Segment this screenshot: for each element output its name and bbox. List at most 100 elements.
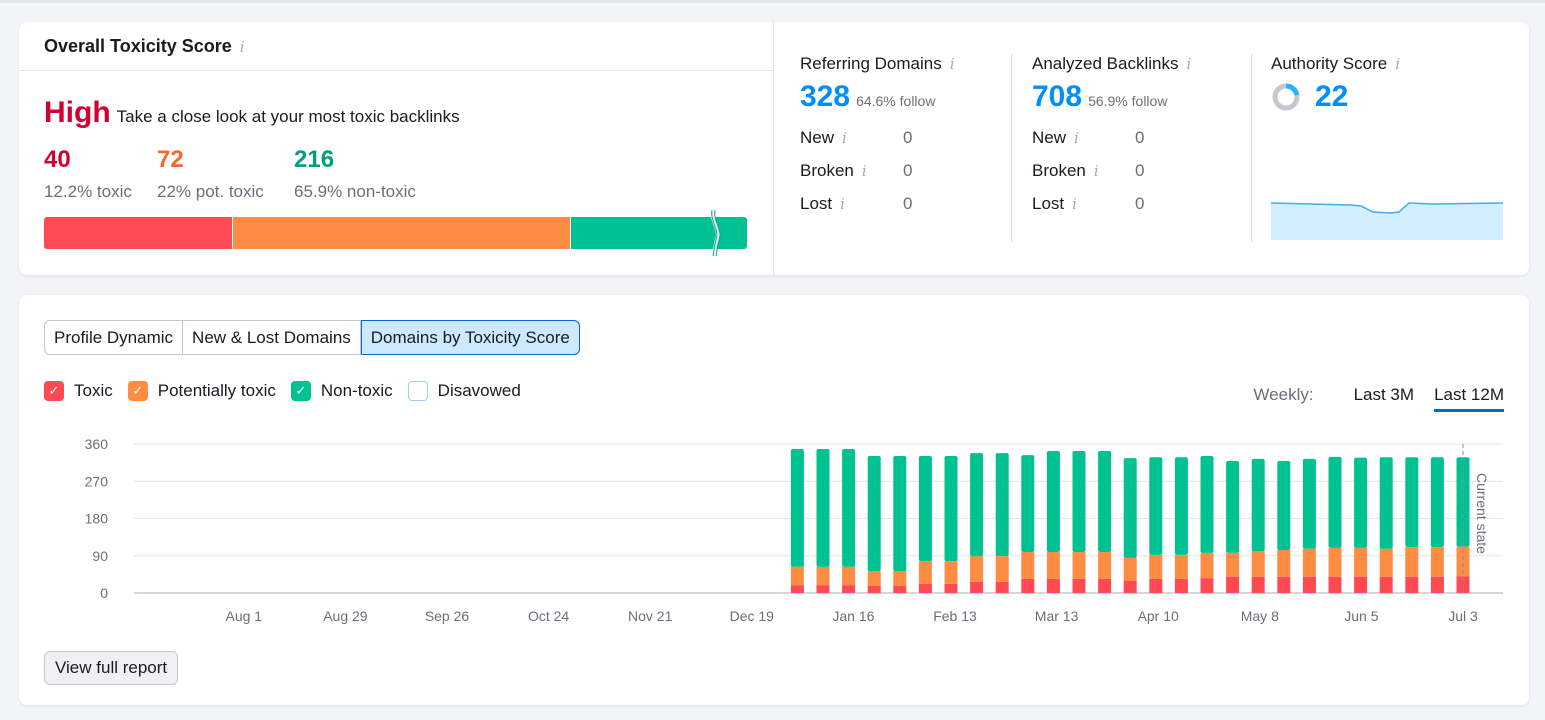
bar-toxic bbox=[1302, 576, 1316, 593]
info-icon[interactable]: i bbox=[1186, 55, 1191, 73]
potentially-toxic-count-value: 72 bbox=[157, 146, 184, 173]
legend-potentially-toxic[interactable]: ✓ Potentially toxic bbox=[127, 381, 276, 401]
non-toxic-count-value: 216 bbox=[294, 146, 335, 173]
info-icon[interactable]: i bbox=[240, 38, 245, 56]
bar-toxic bbox=[1072, 578, 1086, 593]
bar-non-toxic bbox=[867, 456, 881, 572]
analyzed-backlinks-lost: Lost i 0 bbox=[1032, 194, 1191, 214]
x-tick-label: Jul 3 bbox=[1448, 608, 1478, 624]
referring-domains-value[interactable]: 328 bbox=[800, 80, 850, 114]
tab-domains-by-toxicity[interactable]: Domains by Toxicity Score bbox=[360, 320, 580, 355]
bar-non-toxic bbox=[1098, 451, 1112, 553]
bar-potentially-toxic bbox=[1328, 547, 1342, 577]
bar-toxic bbox=[1046, 578, 1060, 593]
bar-non-toxic bbox=[816, 448, 830, 567]
bar-toxic bbox=[893, 585, 907, 593]
row-label: Broken bbox=[800, 161, 854, 180]
bar-non-toxic bbox=[1072, 451, 1086, 553]
bar-non-toxic bbox=[1174, 457, 1188, 555]
bar-potentially-toxic bbox=[944, 561, 958, 584]
referring-domains-broken: Broken i 0 bbox=[800, 161, 955, 181]
authority-score-value: 22 bbox=[1315, 80, 1349, 113]
period-last-12m[interactable]: Last 12M bbox=[1434, 385, 1504, 412]
toxicity-panel: Overall Toxicity Score i High Take a clos… bbox=[19, 22, 774, 275]
y-tick-label: 270 bbox=[85, 473, 109, 489]
row-value: 0 bbox=[1135, 194, 1145, 213]
bar-potentially-toxic bbox=[1174, 554, 1188, 579]
bar-toxic bbox=[1123, 580, 1137, 593]
authority-donut-icon bbox=[1272, 83, 1300, 111]
info-icon[interactable]: i bbox=[840, 195, 845, 213]
toxicity-title: Overall Toxicity Score bbox=[44, 36, 232, 56]
chart-tabs: Profile Dynamic New & Lost Domains Domai… bbox=[44, 320, 580, 355]
bar-potentially-toxic bbox=[1277, 549, 1291, 577]
potentially-toxic-count-label: 22% pot. toxic bbox=[157, 182, 264, 201]
y-tick-label: 180 bbox=[85, 511, 109, 527]
bar-potentially-toxic bbox=[1098, 552, 1112, 579]
legend-label: Non-toxic bbox=[320, 381, 393, 400]
x-tick-label: Aug 29 bbox=[323, 608, 368, 624]
info-icon[interactable]: i bbox=[950, 55, 955, 73]
bar-toxic bbox=[1098, 578, 1112, 593]
tab-profile-dynamic[interactable]: Profile Dynamic bbox=[45, 321, 184, 354]
info-icon[interactable]: i bbox=[1395, 55, 1400, 73]
y-tick-label: 90 bbox=[92, 548, 108, 564]
toxicity-bar-chart: 0 90 180 270 360 Aug 1 Aug 29 Sep 26 Oct 24 Nov 2… bbox=[85, 436, 1503, 624]
checkbox-checked-icon[interactable]: ✓ bbox=[290, 381, 311, 401]
analyzed-backlinks-value[interactable]: 708 bbox=[1032, 80, 1082, 114]
x-tick-label: Dec 19 bbox=[730, 608, 775, 624]
checkbox-checked-icon[interactable]: ✓ bbox=[44, 381, 64, 401]
bar-toxic bbox=[1379, 576, 1393, 593]
x-tick-label: Aug 1 bbox=[226, 608, 263, 624]
bar-non-toxic bbox=[842, 448, 856, 567]
info-icon[interactable]: i bbox=[1094, 162, 1099, 180]
referring-domains-follow: 64.6% follow bbox=[856, 93, 936, 109]
analyzed-backlinks-follow: 56.9% follow bbox=[1088, 93, 1168, 109]
toxic-segment bbox=[44, 217, 233, 249]
checkbox-unchecked-icon[interactable] bbox=[407, 381, 428, 401]
bar-potentially-toxic bbox=[1200, 552, 1214, 579]
non-toxic-count: 216 65.9% non-toxic bbox=[294, 146, 416, 202]
legend-label: Disavowed bbox=[437, 381, 521, 400]
checkbox-checked-icon[interactable]: ✓ bbox=[127, 381, 148, 401]
bar-toxic bbox=[918, 583, 932, 593]
referring-domains-lost: Lost i 0 bbox=[800, 194, 955, 214]
bar-potentially-toxic bbox=[867, 571, 881, 586]
current-state-label: Current state bbox=[1474, 473, 1490, 554]
legend-disavowed[interactable]: Disavowed bbox=[407, 381, 521, 401]
legend-non-toxic[interactable]: ✓ Non-toxic bbox=[290, 381, 393, 401]
divider bbox=[1011, 54, 1012, 242]
toxic-count-value: 40 bbox=[44, 146, 71, 173]
bar-toxic bbox=[790, 585, 804, 593]
info-icon[interactable]: i bbox=[1072, 195, 1077, 213]
bar-toxic bbox=[867, 585, 881, 593]
bar-potentially-toxic bbox=[1226, 552, 1240, 577]
row-label: New bbox=[800, 128, 835, 147]
info-icon[interactable]: i bbox=[1074, 129, 1079, 147]
toxicity-header: Overall Toxicity Score i bbox=[19, 22, 773, 71]
potentially-toxic-count: 72 22% pot. toxic bbox=[157, 146, 294, 202]
non-toxic-count-label: 65.9% non-toxic bbox=[294, 182, 416, 201]
bar-potentially-toxic bbox=[1379, 548, 1393, 577]
bar-non-toxic bbox=[944, 456, 958, 562]
info-icon[interactable]: i bbox=[862, 162, 867, 180]
legend-toxic[interactable]: ✓ Toxic bbox=[44, 381, 113, 401]
bar-potentially-toxic bbox=[842, 566, 856, 586]
row-label: Lost bbox=[1032, 194, 1065, 213]
row-value: 0 bbox=[903, 194, 913, 213]
divider bbox=[1251, 54, 1252, 242]
bar-potentially-toxic bbox=[790, 566, 804, 586]
referring-domains-new: New i 0 bbox=[800, 128, 955, 148]
period-last-3m[interactable]: Last 3M bbox=[1354, 385, 1414, 412]
tab-new-lost-domains[interactable]: New & Lost Domains bbox=[183, 321, 361, 354]
x-tick-label: Nov 21 bbox=[628, 608, 673, 624]
bar-non-toxic bbox=[790, 448, 804, 567]
row-label: Broken bbox=[1032, 161, 1086, 180]
view-full-report-button[interactable]: View full report bbox=[44, 651, 179, 685]
info-icon[interactable]: i bbox=[842, 129, 847, 147]
toxicity-counts: 40 12.2% toxic 72 22% pot. toxic 216 65.… bbox=[44, 146, 416, 202]
bar-non-toxic bbox=[1328, 456, 1342, 548]
bar-toxic bbox=[1405, 576, 1419, 593]
bar-toxic bbox=[1328, 576, 1342, 593]
bar-non-toxic bbox=[918, 456, 932, 562]
